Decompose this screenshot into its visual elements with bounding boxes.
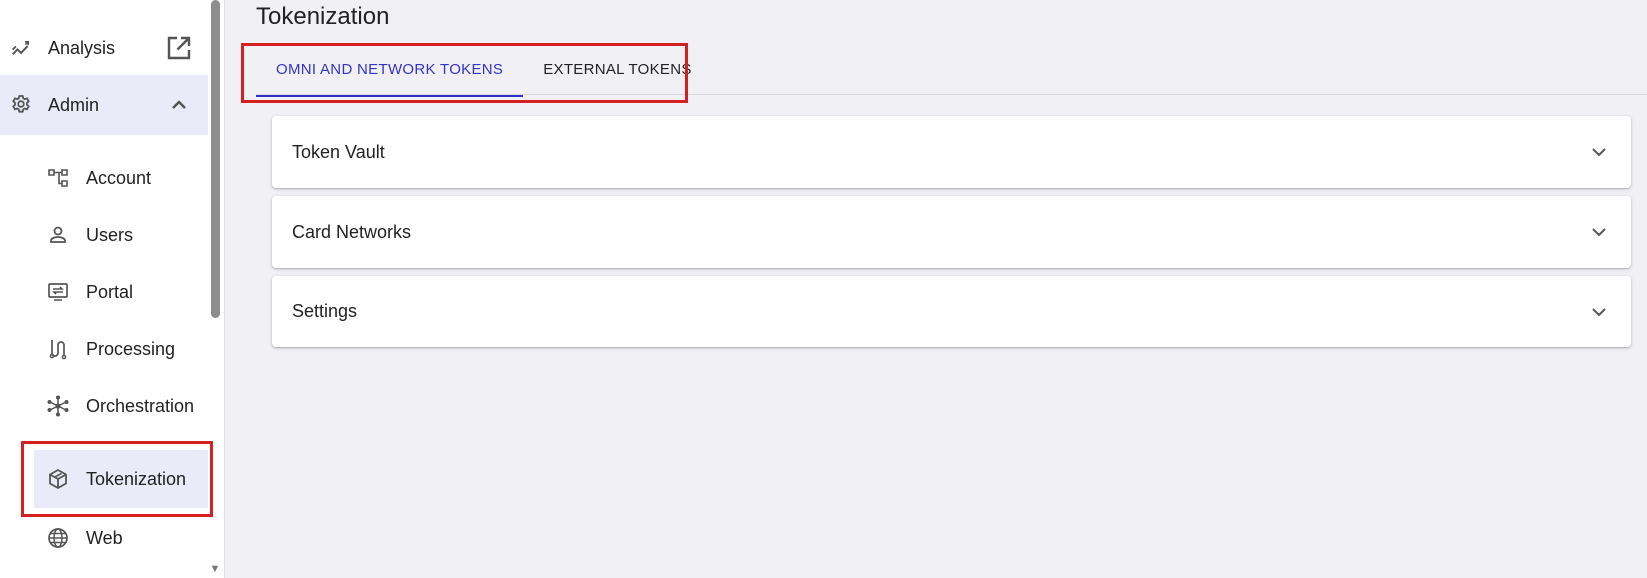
account-tree-icon [46,166,70,190]
sidebar-item-users[interactable]: Users [0,205,208,265]
sidebar-item-label: Tokenization [86,468,187,489]
sidebar-item-account[interactable]: Account [0,148,208,208]
sidebar-item-label: Users [86,224,134,245]
person-icon [46,223,70,247]
panel-title: Settings [292,301,358,321]
scroll-thumb[interactable] [211,0,220,318]
chevron-down-icon[interactable] [1587,140,1611,164]
sidebar-item-admin[interactable]: Admin [0,75,208,135]
panel-settings[interactable]: Settings [272,276,1631,347]
sidebar-item-orchestration[interactable]: Orchestration [0,376,208,436]
sidebar-item-label: Admin [48,94,100,115]
globe-icon [46,526,70,550]
panel-card-networks[interactable]: Card Networks [272,196,1631,268]
chevron-down-icon[interactable] [1587,300,1611,324]
cube-icon [46,467,70,491]
sidebar-item-tokenization[interactable]: Tokenization [0,449,208,509]
sidebar-item-label: Account [86,167,152,188]
gear-icon [9,93,33,117]
panel-token-vault[interactable]: Token Vault [272,116,1631,188]
tab-bar: OMNI AND NETWORK TOKENS EXTERNAL TOKENS [256,44,712,97]
sidebar-item-label: Orchestration [86,395,195,416]
chevron-up-icon[interactable] [164,90,194,120]
tab-omni-and-network-tokens[interactable]: OMNI AND NETWORK TOKENS [256,44,524,97]
sidebar-item-web[interactable]: Web [0,508,208,568]
scroll-down-arrow-icon[interactable]: ▼ [209,563,221,575]
panel-title: Token Vault [292,141,385,162]
sidebar-item-label: Processing [86,338,176,359]
route-icon [46,337,70,361]
sidebar-item-label: Analysis [48,37,116,58]
sidebar-scrollbar[interactable]: ▼ [209,0,221,578]
app-root: Analysis Admin Account Users Portal Proc… [0,0,1647,578]
portal-monitor-icon [46,280,70,304]
hub-icon [46,394,70,418]
tab-external-tokens[interactable]: EXTERNAL TOKENS [523,44,711,94]
trend-line-icon [9,36,33,60]
page-title: Tokenization [256,3,390,30]
sidebar-item-processing[interactable]: Processing [0,319,208,379]
sidebar-item-analysis[interactable]: Analysis [0,18,208,78]
open-external-icon[interactable] [164,33,194,63]
tabs-divider [256,94,1647,95]
panel-title: Card Networks [292,221,412,242]
sidebar-item-label: Portal [86,281,134,302]
chevron-down-icon[interactable] [1587,220,1611,244]
sidebar-item-portal[interactable]: Portal [0,262,208,322]
sidebar: Analysis Admin Account Users Portal Proc… [0,0,225,578]
sidebar-item-label: Web [86,527,123,548]
